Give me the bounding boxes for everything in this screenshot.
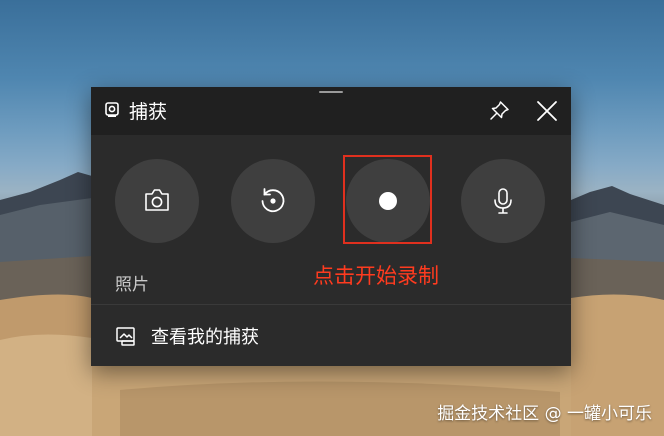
start-recording-annotation: 点击开始录制 [313,264,439,288]
capture-titlebar[interactable]: 捕获 [91,87,571,135]
photos-label: 照片 [115,275,149,295]
screenshot-button[interactable] [115,159,199,243]
replay-icon [261,188,285,213]
divider [91,304,571,305]
capture-icon [105,102,119,117]
capture-title: 捕获 [129,101,168,123]
capture-widget: 捕获 点击开始录制 照片 查看我的捕获 [91,87,571,366]
close-icon[interactable] [533,97,561,125]
pin-icon[interactable] [485,97,513,125]
record-last-30s-button[interactable] [231,159,315,243]
show-all-captures-link[interactable]: 查看我的捕获 [115,321,315,351]
show-all-captures-label: 查看我的捕获 [151,327,259,348]
record-highlight-box [343,155,432,244]
watermark: 掘金技术社区 @ 一罐小可乐 [437,404,652,424]
microphone-icon [494,188,512,214]
drag-handle[interactable] [319,91,343,93]
camera-icon [145,189,169,211]
gallery-icon [116,327,135,346]
microphone-button[interactable] [461,159,545,243]
